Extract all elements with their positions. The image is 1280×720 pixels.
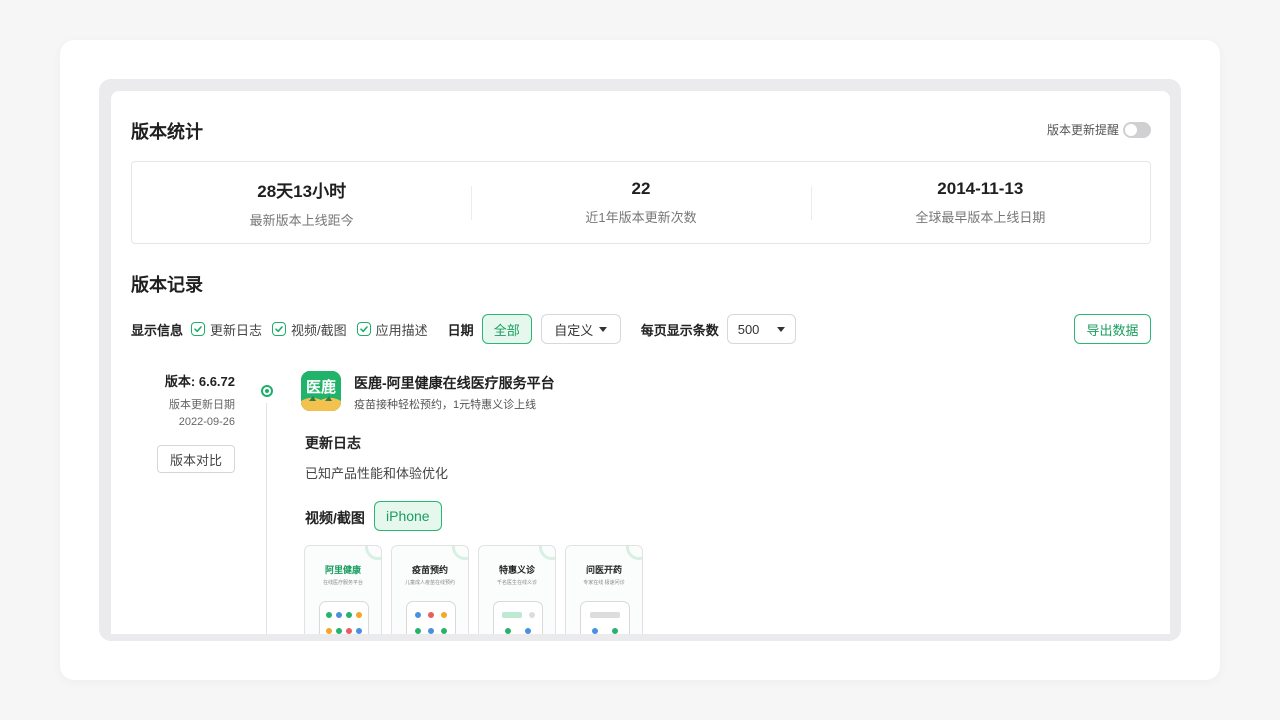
date-label: 日期 bbox=[447, 322, 474, 338]
stat-label: 全球最早版本上线日期 bbox=[915, 210, 1046, 225]
media-title: 视频/截图 bbox=[305, 510, 365, 526]
phone-mockup bbox=[319, 601, 369, 634]
stat-value: 2014-11-13 bbox=[937, 179, 1024, 198]
records-section-title: 版本记录 bbox=[131, 275, 203, 295]
checkbox-media[interactable]: 视频/截图 bbox=[272, 320, 347, 339]
checkbox-label: 视频/截图 bbox=[291, 322, 347, 338]
update-reminder-toggle[interactable] bbox=[1123, 121, 1151, 138]
check-icon bbox=[191, 322, 206, 336]
caret-down-icon bbox=[776, 326, 785, 332]
check-icon bbox=[272, 322, 287, 336]
app-name: 医鹿-阿里健康在线医疗服务平台 bbox=[354, 375, 555, 391]
check-icon bbox=[356, 322, 371, 336]
screenshot-thumbnail[interactable]: 问医开药 专家在线 极速问诊 bbox=[565, 545, 643, 634]
checkbox-label: 更新日志 bbox=[210, 322, 263, 338]
timeline-line bbox=[266, 403, 267, 634]
version-compare-button[interactable]: 版本对比 bbox=[157, 445, 235, 473]
screenshot-subtitle: 在线医疗服务平台 bbox=[322, 580, 363, 586]
screenshot-title: 疫苗预约 bbox=[411, 565, 448, 575]
app-icon: 医鹿 bbox=[301, 371, 341, 411]
changelog-text: 已知产品性能和体验优化 bbox=[305, 466, 449, 481]
stat-label: 最新版本上线距今 bbox=[249, 212, 354, 228]
date-custom-label: 自定义 bbox=[554, 322, 594, 338]
app-icon-text: 医鹿 bbox=[305, 379, 336, 396]
checkbox-changelog[interactable]: 更新日志 bbox=[191, 320, 262, 339]
checkbox-label: 应用描述 bbox=[375, 322, 428, 338]
stat-latest-release: 28天13小时 最新版本上线距今 bbox=[132, 162, 471, 243]
per-page-label: 每页显示条数 bbox=[640, 322, 719, 338]
stat-first-release: 2014-11-13 全球最早版本上线日期 bbox=[810, 162, 1150, 243]
screenshot-title: 特惠义诊 bbox=[498, 565, 535, 575]
app-subtitle: 疫苗接种轻松预约，1元特惠义诊上线 bbox=[354, 399, 537, 411]
screenshot-title: 问医开药 bbox=[585, 565, 622, 575]
caret-down-icon bbox=[599, 326, 608, 332]
screenshot-thumbnail[interactable]: 阿里健康 在线医疗服务平台 bbox=[304, 545, 382, 634]
phone-mockup bbox=[406, 601, 456, 634]
screenshot-subtitle: 专家在线 极速问诊 bbox=[583, 580, 625, 586]
phone-mockup bbox=[493, 601, 543, 634]
per-page-value: 500 bbox=[737, 321, 760, 337]
screenshot-subtitle: 千名医生在线义诊 bbox=[496, 580, 537, 586]
version-date-label: 版本更新日期 bbox=[169, 399, 235, 411]
device-tag-iphone[interactable]: iPhone bbox=[374, 501, 442, 531]
export-button[interactable]: 导出数据 bbox=[1074, 314, 1151, 344]
stat-label: 近1年版本更新次数 bbox=[585, 210, 697, 225]
screenshot-thumbnail[interactable]: 疫苗预约 儿童成人疫苗在线预约 bbox=[391, 545, 469, 634]
screenshot-list: 阿里健康 在线医疗服务平台 疫苗预约 儿童成人疫苗在线预约 特惠义诊 千名医生在… bbox=[304, 545, 652, 634]
stat-update-count: 22 近1年版本更新次数 bbox=[471, 162, 810, 243]
decor-arc bbox=[365, 546, 381, 560]
screenshot-title: 阿里健康 bbox=[324, 565, 361, 575]
per-page-select[interactable]: 500 bbox=[726, 314, 796, 344]
version-panel: 版本统计 版本更新提醒 28天13小时 最新版本上线距今 22 近1年版本更新次… bbox=[111, 91, 1170, 634]
timeline-dot bbox=[261, 385, 273, 397]
filter-bar: 显示信息 更新日志 视频/截图 应用描述 日期 全部 自定义 每页显示条数 50… bbox=[131, 314, 1151, 344]
decor-arc bbox=[539, 546, 555, 560]
date-all-button[interactable]: 全部 bbox=[481, 314, 532, 344]
display-info-label: 显示信息 bbox=[131, 322, 184, 338]
checkbox-description[interactable]: 应用描述 bbox=[356, 320, 428, 339]
version-number: 版本: 6.6.72 bbox=[164, 374, 235, 389]
phone-mockup bbox=[580, 601, 630, 634]
stats-section-title: 版本统计 bbox=[131, 122, 203, 142]
screenshot-thumbnail[interactable]: 特惠义诊 千名医生在线义诊 bbox=[478, 545, 556, 634]
screenshot-subtitle: 儿童成人疫苗在线预约 bbox=[404, 580, 455, 586]
stat-value: 22 bbox=[631, 179, 651, 198]
date-custom-dropdown[interactable]: 自定义 bbox=[540, 314, 621, 344]
decor-arc bbox=[452, 546, 468, 560]
decor-arc bbox=[626, 546, 642, 560]
update-reminder-label: 版本更新提醒 bbox=[1046, 123, 1119, 137]
stats-box: 28天13小时 最新版本上线距今 22 近1年版本更新次数 2014-11-13… bbox=[131, 161, 1151, 244]
version-date: 2022-09-26 bbox=[178, 416, 235, 428]
update-reminder: 版本更新提醒 bbox=[1047, 121, 1151, 138]
changelog-title: 更新日志 bbox=[305, 435, 361, 451]
version-meta: 版本: 6.6.72 版本更新日期 2022-09-26 bbox=[131, 371, 235, 431]
stat-value: 28天13小时 bbox=[257, 181, 347, 201]
